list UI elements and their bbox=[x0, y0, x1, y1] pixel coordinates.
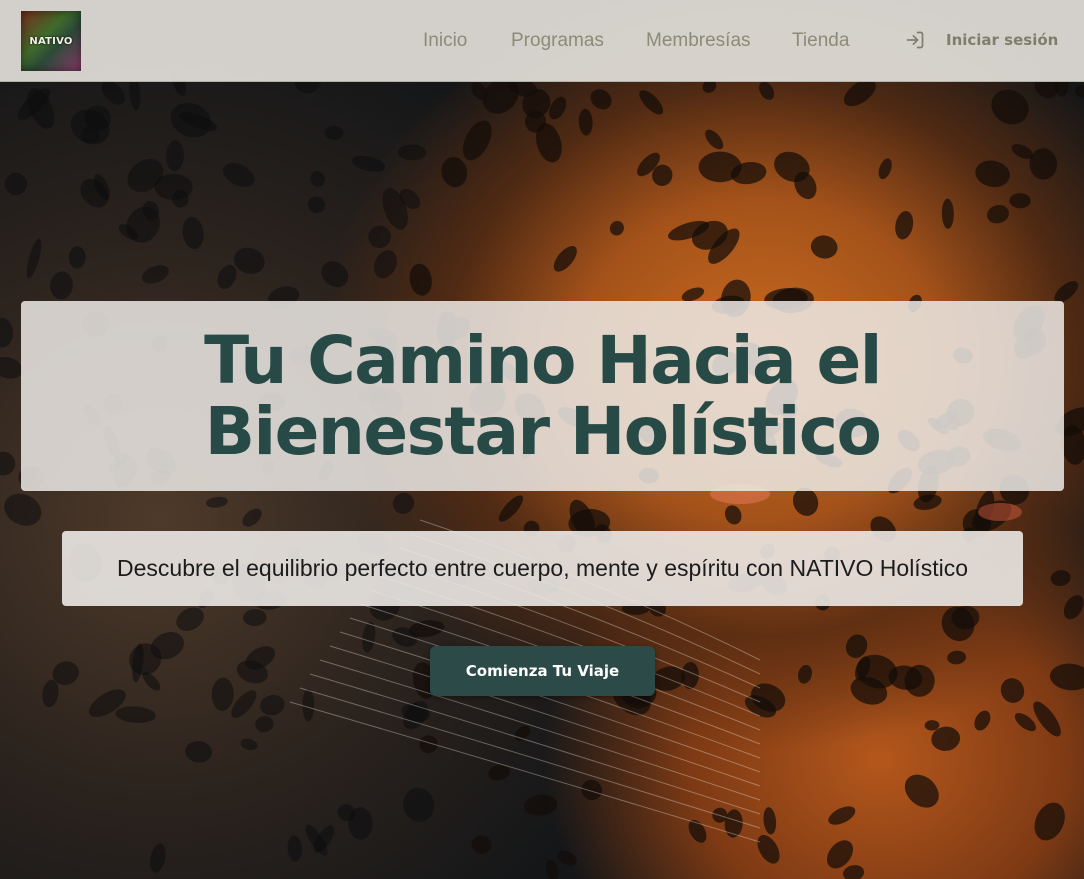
hero-headline: Tu Camino Hacia el Bienestar Holístico bbox=[204, 321, 882, 470]
sign-in-icon bbox=[906, 31, 924, 49]
subtitle-panel: Descubre el equilibrio perfecto entre cu… bbox=[62, 531, 1023, 606]
login-label: Iniciar sesión bbox=[946, 31, 1059, 49]
nav-link-tienda[interactable]: Tienda bbox=[792, 30, 849, 52]
start-journey-button[interactable]: Comienza Tu Viaje bbox=[430, 646, 655, 696]
login-link[interactable]: Iniciar sesión bbox=[905, 30, 1058, 50]
nav-link-membresias[interactable]: Membresías bbox=[646, 30, 751, 52]
navbar: NATIVO Inicio Programas Membresías Tiend… bbox=[0, 0, 1084, 82]
nav-link-inicio[interactable]: Inicio bbox=[423, 30, 467, 52]
headline-panel: Tu Camino Hacia el Bienestar Holístico bbox=[21, 301, 1064, 491]
hero-subtitle: Descubre el equilibrio perfecto entre cu… bbox=[117, 555, 968, 581]
nav-link-programas[interactable]: Programas bbox=[511, 30, 604, 52]
